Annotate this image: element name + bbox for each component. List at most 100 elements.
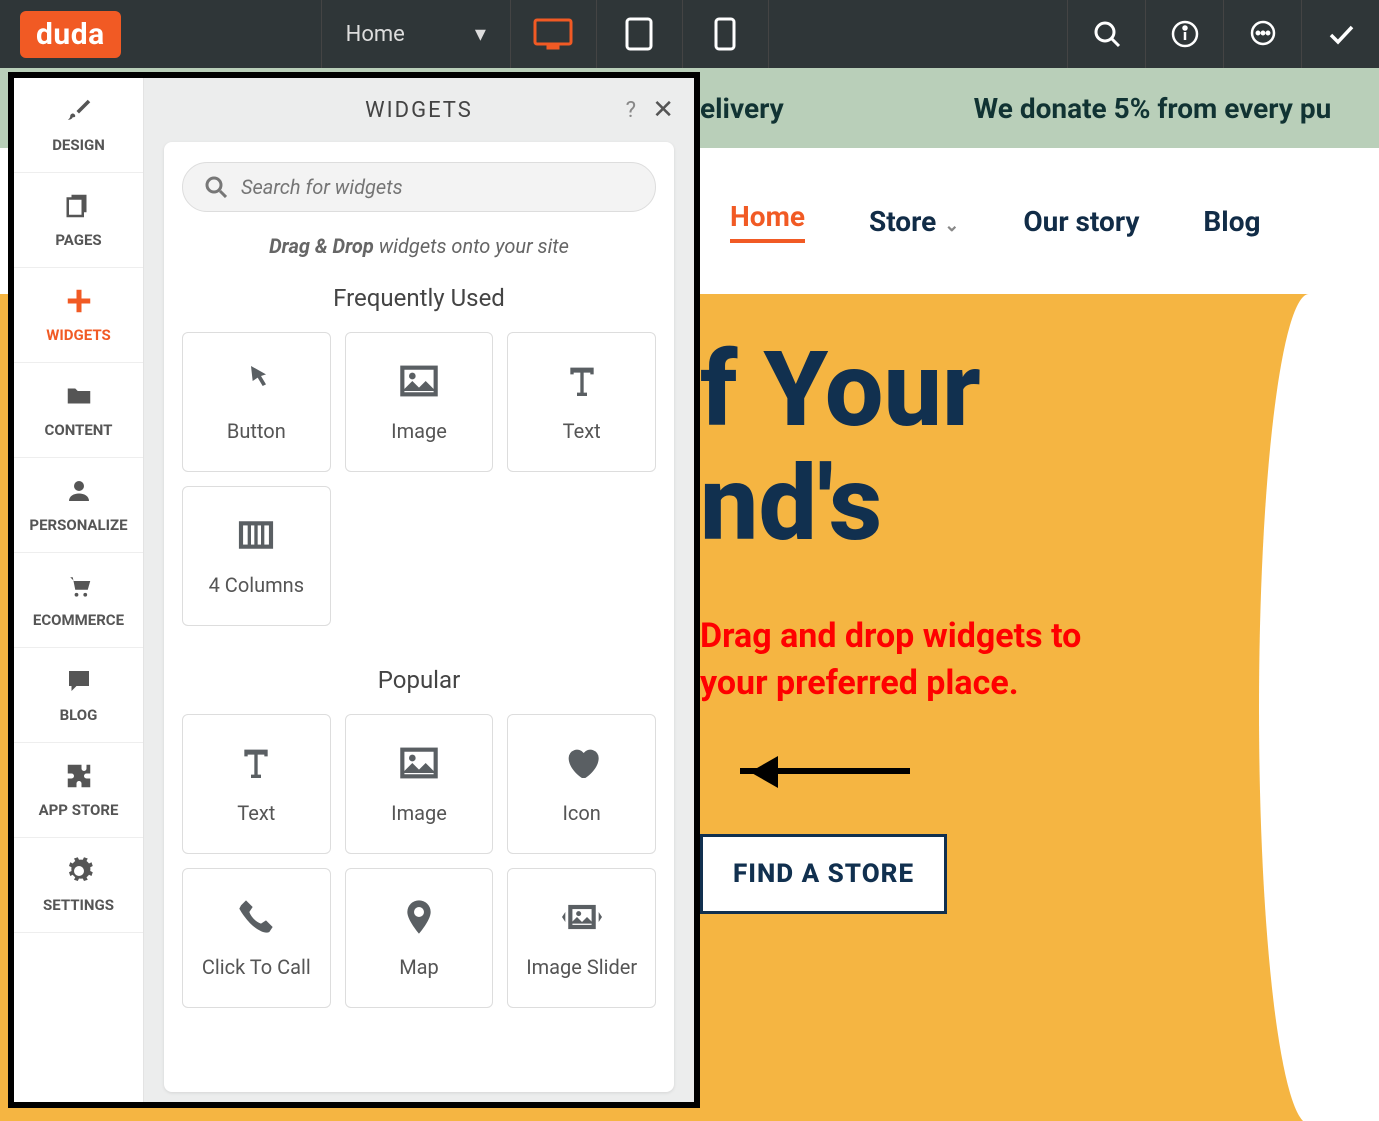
sidebar-item-label: PERSONALIZE [29,516,127,534]
cart-icon [64,571,94,601]
slider-icon [562,897,602,937]
search-button[interactable] [1067,0,1145,68]
device-desktop-button[interactable] [511,0,597,68]
sidebar-item-label: APP STORE [39,801,119,819]
widget-label: Click To Call [202,955,311,979]
sidebar-item-label: PAGES [55,231,101,249]
widget-icon[interactable]: Icon [507,714,656,854]
sidebar-item-label: CONTENT [45,421,113,439]
tablet-icon [625,17,653,51]
done-button[interactable] [1301,0,1379,68]
widget-button[interactable]: Button [182,332,331,472]
mobile-icon [714,17,736,51]
sidebar-item-label: DESIGN [52,136,105,154]
columns-icon [236,515,276,555]
widget-label: Button [227,419,286,443]
search-icon [1093,20,1121,48]
nav-our-story[interactable]: Our story [1023,205,1139,238]
widget-label: Map [399,955,439,979]
device-mobile-button[interactable] [683,0,769,68]
heart-icon [562,743,602,783]
widget-click-to-call[interactable]: Click To Call [182,868,331,1008]
sidebar-item-settings[interactable]: SETTINGS [14,838,143,933]
chevron-down-icon: ⌄ [944,215,959,236]
nav-store[interactable]: Store⌄ [869,205,959,238]
check-icon [1326,19,1356,49]
sidebar-item-pages[interactable]: PAGES [14,173,143,268]
gear-icon [64,856,94,886]
widget-image-popular[interactable]: Image [345,714,494,854]
image-icon [399,361,439,401]
text-icon [236,743,276,783]
plus-icon [64,286,94,316]
pages-icon [64,191,94,221]
image-icon [399,743,439,783]
hero-curve-decoration [1259,294,1379,1121]
widget-label: Image [391,801,447,825]
chevron-down-icon: ▾ [475,22,486,47]
duda-logo: duda [20,11,121,58]
popular-grid: Text Image Icon Click To Call [182,714,656,1008]
section-frequently-used-title: Frequently Used [182,284,656,312]
phone-icon [236,897,276,937]
find-store-button[interactable]: FIND A STORE [700,834,947,914]
text-icon [562,361,602,401]
widget-label: Text [563,419,601,443]
cursor-click-icon [236,361,276,401]
puzzle-icon [64,761,94,791]
widget-label: Icon [562,801,600,825]
sidebar-item-label: WIDGETS [46,326,110,344]
sidebar-item-label: BLOG [60,706,98,724]
brush-icon [64,96,94,126]
page-selector-label: Home [346,22,405,47]
arrow-left-icon [740,768,910,774]
sidebar-item-widgets[interactable]: WIDGETS [14,268,143,363]
editor-left-frame: DESIGN PAGES WIDGETS CONTENT PERSONALIZE… [8,72,700,1108]
widget-text-popular[interactable]: Text [182,714,331,854]
desktop-icon [533,18,573,50]
widgets-panel-header: WIDGETS ? ✕ [144,78,694,142]
sidebar-item-personalize[interactable]: PERSONALIZE [14,458,143,553]
widget-4-columns[interactable]: 4 Columns [182,486,331,626]
map-pin-icon [399,897,439,937]
person-icon [64,476,94,506]
nav-blog[interactable]: Blog [1203,205,1260,238]
widget-search-input[interactable] [241,175,633,199]
promo-text-1: elivery [700,92,784,125]
widget-map[interactable]: Map [345,868,494,1008]
chat-icon [1248,19,1278,49]
frequently-used-grid: Button Image Text 4 Columns [182,332,656,626]
widget-label: 4 Columns [209,573,304,597]
folder-icon [64,381,94,411]
sidebar-item-ecommerce[interactable]: ECOMMERCE [14,553,143,648]
close-button[interactable]: ✕ [652,95,676,125]
widget-label: Image Slider [526,955,637,979]
widget-label: Text [237,801,275,825]
widget-image[interactable]: Image [345,332,494,472]
comments-button[interactable] [1223,0,1301,68]
sidebar-item-blog[interactable]: BLOG [14,648,143,743]
info-button[interactable] [1145,0,1223,68]
page-selector-dropdown[interactable]: Home ▾ [321,0,511,68]
widget-text[interactable]: Text [507,332,656,472]
nav-home[interactable]: Home [730,200,805,243]
drag-drop-hint: Drag & Drop widgets onto your site [182,234,656,258]
sidebar-item-design[interactable]: DESIGN [14,78,143,173]
widget-image-slider[interactable]: Image Slider [507,868,656,1008]
widget-label: Image [391,419,447,443]
sidebar-item-label: ECOMMERCE [33,611,124,629]
chat-bubble-icon [64,666,94,696]
section-popular-title: Popular [182,666,656,694]
info-icon [1170,19,1200,49]
sidebar-item-content[interactable]: CONTENT [14,363,143,458]
help-button[interactable]: ? [626,98,638,123]
widget-search[interactable] [182,162,656,212]
widgets-panel: WIDGETS ? ✕ Drag & Drop widgets onto you… [144,78,694,1102]
top-toolbar: duda Home ▾ [0,0,1379,68]
device-tablet-button[interactable] [597,0,683,68]
sidebar-item-label: SETTINGS [43,896,114,914]
promo-text-2: We donate 5% from every pu [974,92,1332,125]
widgets-panel-title: WIDGETS [365,98,473,123]
sidebar-item-app-store[interactable]: APP STORE [14,743,143,838]
search-icon [205,176,227,198]
